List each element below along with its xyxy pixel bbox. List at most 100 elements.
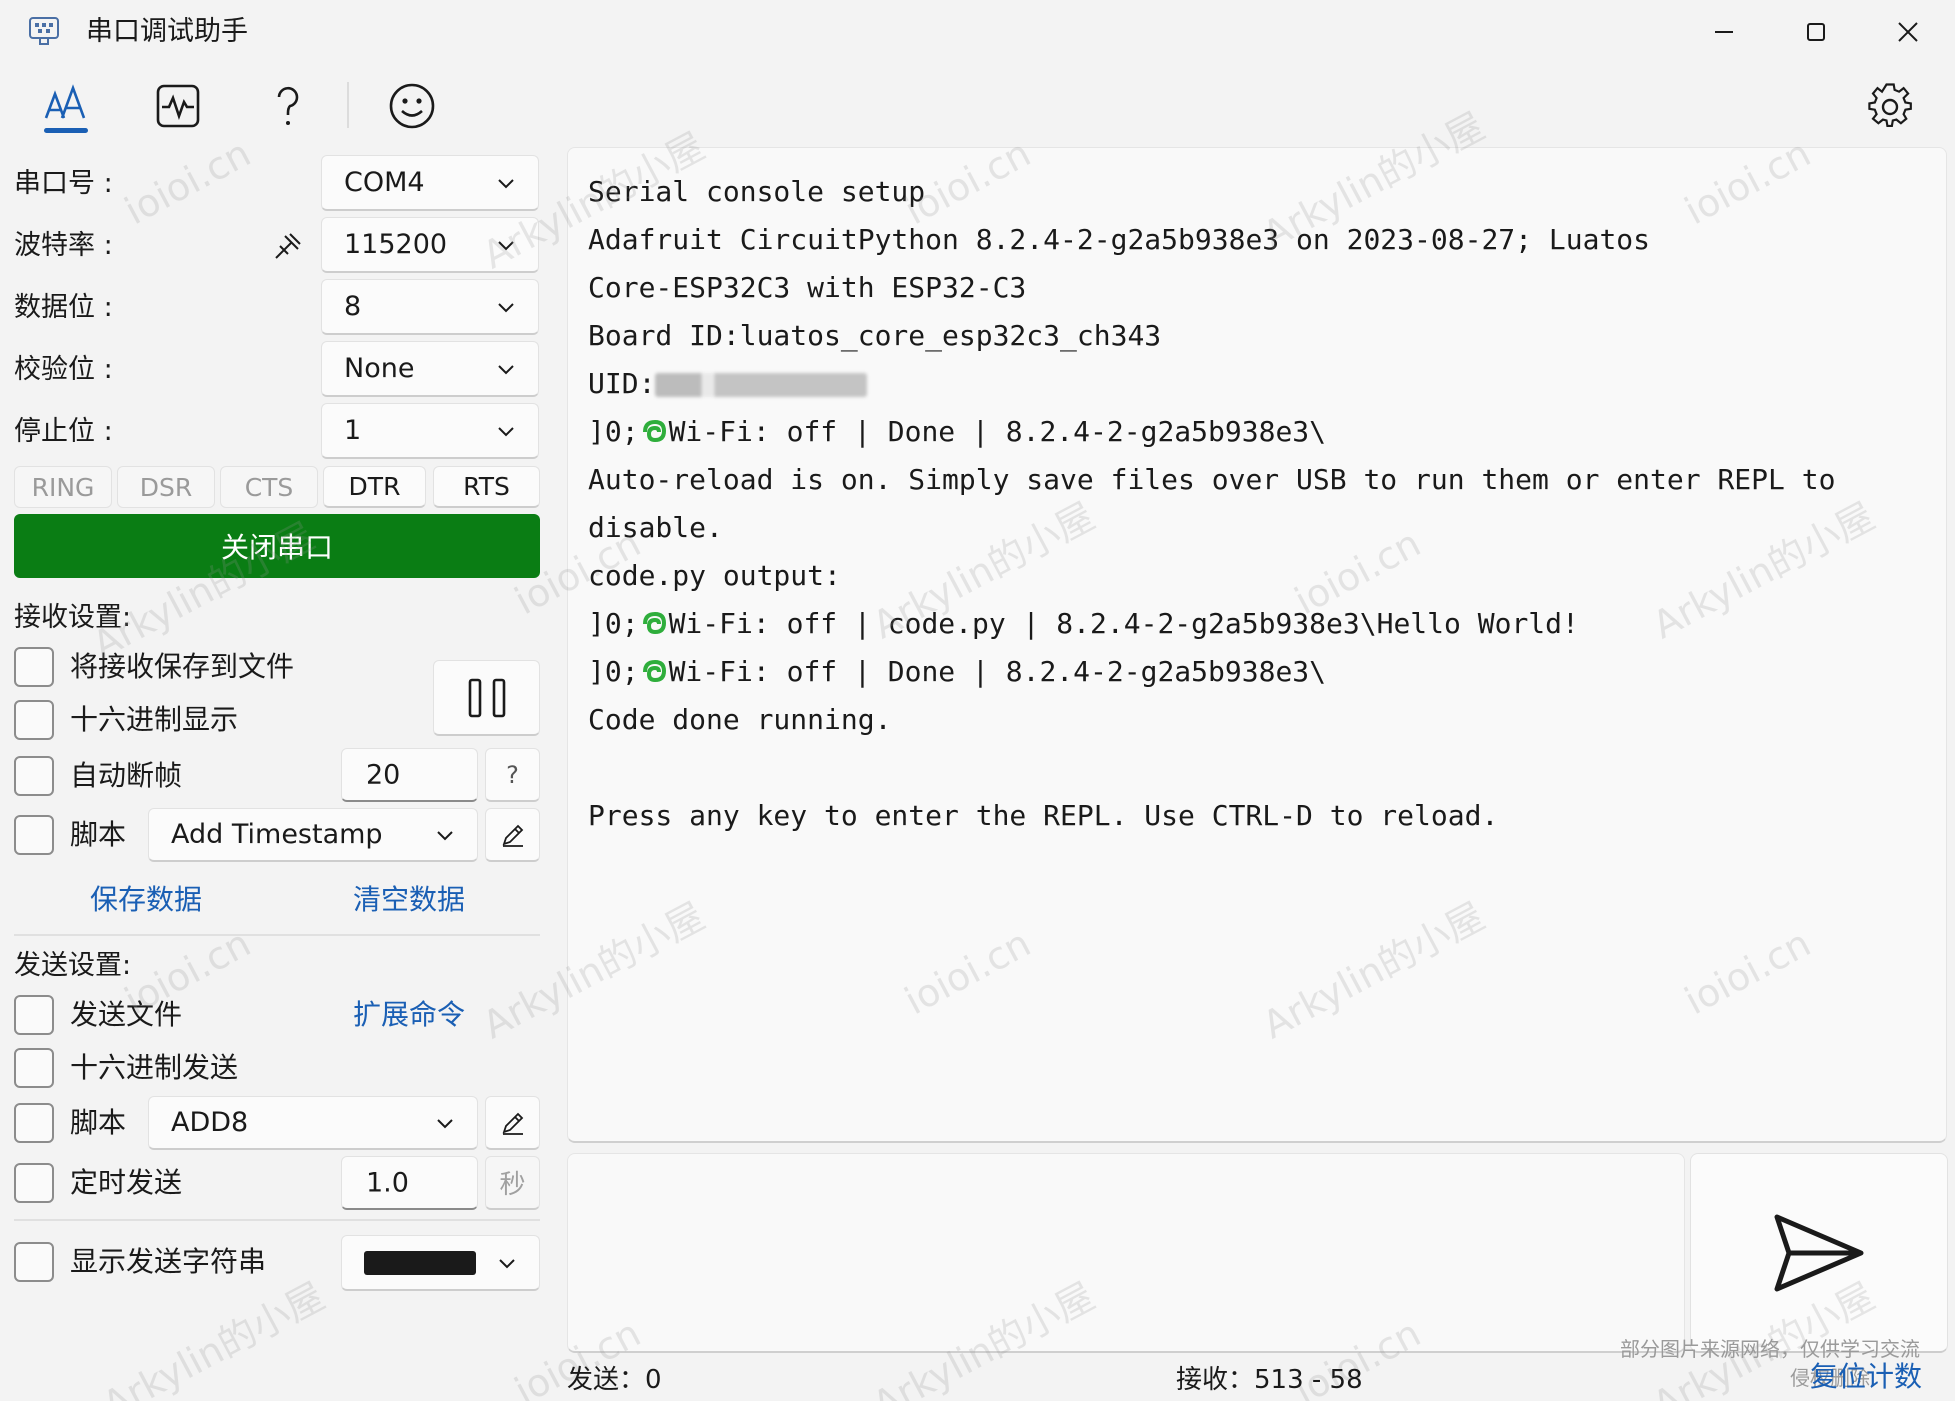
received-label: 接收：: [1176, 1365, 1255, 1395]
console-line: ]0; Wi-Fi: off | Done | 8.2.4-2-g2a5b938e…: [588, 412, 1326, 452]
title-bar: 串口调试助手: [0, 0, 1955, 64]
auto-frame-value: 20: [366, 759, 401, 790]
port-value: COM4: [344, 166, 425, 198]
timed-send-checkbox[interactable]: [14, 1163, 54, 1203]
receive-script-select[interactable]: Add Timestamp: [148, 808, 478, 862]
link-edit-icon[interactable]: [270, 228, 306, 264]
send-script-edit-button[interactable]: [485, 1096, 540, 1150]
maximize-icon: [1807, 23, 1825, 41]
pin-dsr: DSR: [117, 466, 215, 508]
circuitpython-icon: [642, 611, 666, 635]
console-line: Board ID:luatos_core_esp32c3_ch343: [588, 319, 1162, 352]
show-send-string-checkbox[interactable]: [14, 1242, 54, 1282]
escape-prefix: ]0;: [588, 607, 639, 640]
waveform-tool[interactable]: [143, 78, 213, 134]
chevron-down-icon: [498, 426, 514, 436]
hex-send-label: 十六进制发送: [70, 1051, 239, 1084]
baud-value: 115200: [344, 228, 448, 260]
close-port-button[interactable]: 关闭串口: [14, 514, 540, 578]
send-script-label: 脚本: [70, 1106, 127, 1139]
uid-label: UID:: [588, 367, 656, 400]
send-color-picker[interactable]: [341, 1235, 540, 1291]
show-send-string-label: 显示发送字符串: [70, 1245, 267, 1278]
console-line: Auto-reload is on. Simply save files ove…: [588, 463, 1836, 496]
timed-send-value: 1.0: [366, 1167, 409, 1198]
stopbits-label: 停止位 :: [14, 416, 113, 447]
close-icon: [1898, 22, 1918, 42]
chevron-down-icon: [437, 830, 453, 840]
receive-console[interactable]: Serial console setup Adafruit CircuitPyt…: [567, 147, 1947, 1143]
hex-display-label: 十六进制显示: [70, 703, 239, 736]
stopbits-select[interactable]: 1: [321, 403, 539, 459]
console-line: ]0; Wi-Fi: off | code.py | 8.2.4-2-g2a5b9…: [588, 604, 1579, 644]
save-to-file-label: 将接收保存到文件: [70, 650, 295, 683]
chevron-down-icon: [498, 178, 514, 188]
auto-frame-input[interactable]: 20: [341, 748, 478, 802]
databits-label: 数据位 :: [14, 292, 113, 323]
console-line: disable.: [588, 511, 723, 544]
baud-select[interactable]: 115200: [321, 217, 539, 273]
settings-button[interactable]: [1855, 78, 1925, 134]
console-line: Code done running.: [588, 703, 892, 736]
gear-icon: [1868, 83, 1912, 127]
maximize-button[interactable]: [1770, 0, 1862, 64]
extend-command-link[interactable]: 扩展命令: [353, 997, 465, 1033]
hex-send-checkbox[interactable]: [14, 1048, 54, 1088]
text-size-icon: [44, 84, 86, 119]
feedback-tool[interactable]: [377, 78, 447, 134]
clear-data-link[interactable]: 清空数据: [353, 882, 465, 918]
edit-pen-icon: [502, 1112, 523, 1135]
pause-icon: [468, 678, 505, 717]
hex-display-checkbox[interactable]: [14, 700, 54, 740]
source-note: 部分图片来源网络，仅供学习交流: [1620, 1337, 1920, 1361]
auto-frame-label: 自动断帧: [70, 759, 183, 792]
sent-value: 0: [645, 1365, 662, 1395]
save-to-file-checkbox[interactable]: [14, 647, 54, 687]
console-line: Serial console setup: [588, 175, 926, 208]
close-button[interactable]: [1862, 0, 1954, 64]
edit-pen-icon: [502, 824, 523, 847]
send-settings-heading: 发送设置:: [14, 950, 132, 981]
toolbar-separator: [347, 82, 349, 128]
help-tool[interactable]: [253, 78, 323, 134]
receive-script-label: 脚本: [70, 818, 127, 851]
reset-count-link[interactable]: 复位计数: [1810, 1360, 1922, 1394]
timed-send-label: 定时发送: [70, 1166, 183, 1199]
receive-script-edit-button[interactable]: [485, 808, 540, 862]
databits-value: 8: [344, 290, 362, 322]
minimize-button[interactable]: [1678, 0, 1770, 64]
redacted-uid: [655, 373, 868, 397]
pause-button[interactable]: [433, 660, 540, 736]
circuitpython-icon: [642, 419, 666, 443]
receive-script-value: Add Timestamp: [171, 818, 383, 850]
send-script-select[interactable]: ADD8: [148, 1096, 478, 1150]
pin-rts-toggle[interactable]: RTS: [433, 466, 540, 508]
sent-label: 发送：: [567, 1365, 646, 1395]
parity-label: 校验位 :: [14, 354, 113, 385]
receive-script-checkbox[interactable]: [14, 815, 54, 855]
auto-frame-help-button[interactable]: ?: [485, 748, 540, 802]
auto-frame-checkbox[interactable]: [14, 756, 54, 796]
send-script-value: ADD8: [171, 1106, 249, 1138]
databits-select[interactable]: 8: [321, 279, 539, 335]
font-settings-tool[interactable]: [31, 78, 101, 134]
status-text: Wi-Fi: off | Done | 8.2.4-2-g2a5b938e3\: [668, 655, 1327, 688]
received-count: 接收：513 - 58: [1176, 1363, 1363, 1397]
send-file-checkbox[interactable]: [14, 995, 54, 1035]
status-text: Wi-Fi: off | Done | 8.2.4-2-g2a5b938e3\: [668, 415, 1327, 448]
color-swatch: [364, 1251, 476, 1275]
watermark: ioioi.cn: [117, 130, 258, 234]
port-select[interactable]: COM4: [321, 155, 539, 211]
parity-select[interactable]: None: [321, 341, 539, 397]
escape-prefix: ]0;: [588, 415, 639, 448]
send-button[interactable]: [1690, 1153, 1948, 1353]
smiley-icon: [389, 83, 435, 129]
chevron-down-icon: [437, 1118, 453, 1128]
timed-send-interval-input[interactable]: 1.0: [341, 1156, 478, 1210]
circuitpython-icon: [642, 659, 666, 683]
send-script-checkbox[interactable]: [14, 1103, 54, 1143]
save-data-link[interactable]: 保存数据: [90, 882, 202, 918]
send-input[interactable]: [567, 1153, 1685, 1353]
window-title: 串口调试助手: [86, 16, 248, 47]
pin-dtr-toggle[interactable]: DTR: [323, 466, 426, 508]
